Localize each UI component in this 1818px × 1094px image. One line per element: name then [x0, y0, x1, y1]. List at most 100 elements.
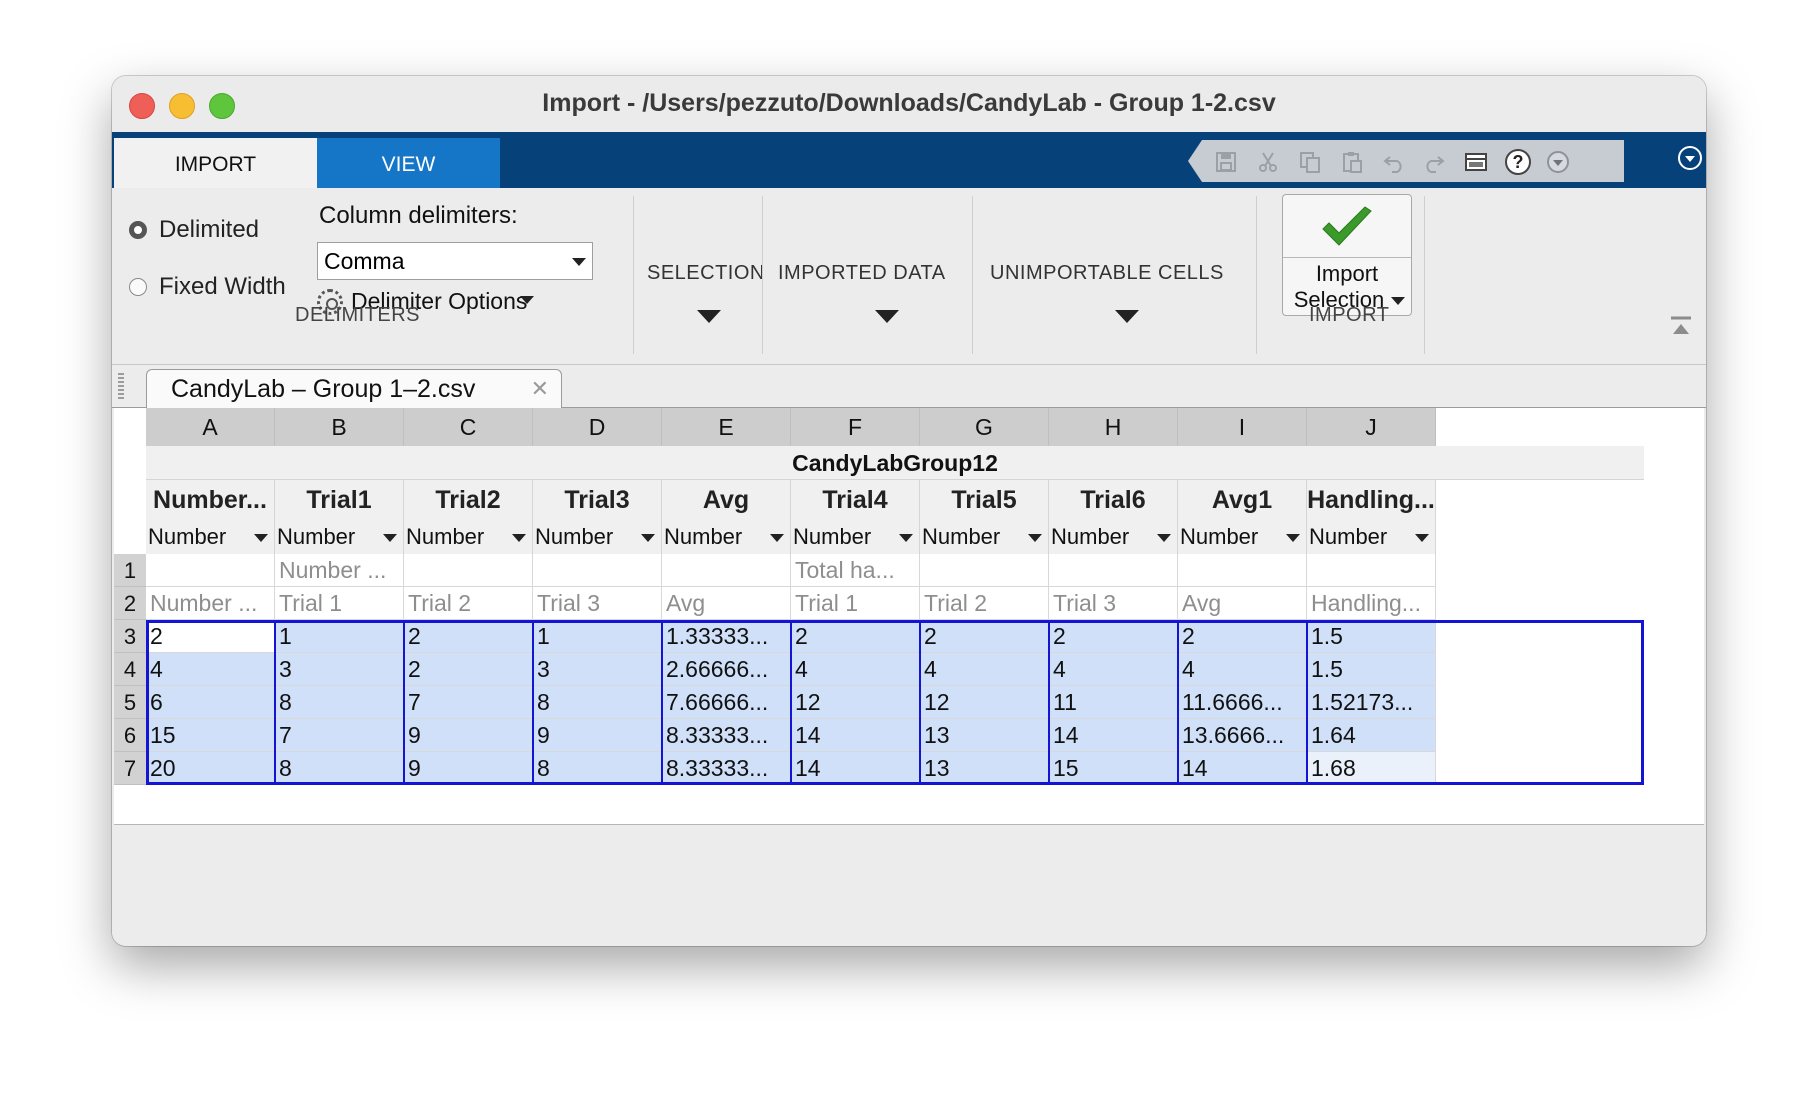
variable-type[interactable]: Number [664, 524, 742, 550]
copy-icon[interactable] [1298, 150, 1322, 174]
selection-dropdown-icon[interactable] [697, 310, 721, 323]
delimited-radio[interactable]: Delimited [129, 216, 259, 244]
data-cell[interactable]: 1.68 [1307, 752, 1436, 785]
data-cell[interactable]: 7 [404, 686, 533, 719]
variable-name[interactable]: Trial6 [1049, 486, 1177, 515]
header-row-cell[interactable] [1307, 554, 1436, 587]
tab-view[interactable]: VIEW [317, 138, 500, 188]
variable-type[interactable]: Number [1309, 524, 1387, 550]
data-cell[interactable]: 1 [275, 620, 404, 653]
column-header[interactable]: C [404, 408, 533, 446]
variable-type[interactable]: Number [793, 524, 871, 550]
header-row-cell[interactable] [404, 554, 533, 587]
data-cell[interactable]: 8 [275, 752, 404, 785]
data-cell[interactable]: 14 [791, 752, 920, 785]
column-delimiter-dropdown[interactable]: Comma [317, 242, 593, 280]
data-cell[interactable]: 1.33333... [662, 620, 791, 653]
column-header[interactable]: G [920, 408, 1049, 446]
data-cell[interactable]: 4 [146, 653, 275, 686]
header-row-cell[interactable] [662, 554, 791, 587]
chevron-down-icon[interactable] [1391, 297, 1405, 305]
header-row-cell[interactable]: Number ... [146, 587, 275, 620]
header-row-cell[interactable] [920, 554, 1049, 587]
collapse-ribbon-icon[interactable] [1670, 316, 1692, 336]
tab-import[interactable]: IMPORT [114, 138, 317, 188]
variable-type[interactable]: Number [277, 524, 355, 550]
variable-type[interactable]: Number [535, 524, 613, 550]
column-header[interactable]: E [662, 408, 791, 446]
data-cell[interactable]: 8.33333... [662, 752, 791, 785]
header-row-cell[interactable] [1049, 554, 1178, 587]
variable-type[interactable]: Number [1180, 524, 1258, 550]
data-cell[interactable]: 2 [1178, 620, 1307, 653]
header-row-cell[interactable]: Total ha... [791, 554, 920, 587]
data-cell[interactable]: 4 [920, 653, 1049, 686]
data-cell[interactable]: 2.66666... [662, 653, 791, 686]
chevron-down-icon[interactable] [383, 534, 397, 542]
header-row-cell[interactable]: Trial 3 [1049, 587, 1178, 620]
chevron-down-icon[interactable] [1028, 534, 1042, 542]
column-header[interactable]: H [1049, 408, 1178, 446]
chevron-down-icon[interactable] [512, 534, 526, 542]
header-row-cell[interactable]: Trial 1 [275, 587, 404, 620]
variable-type[interactable]: Number [922, 524, 1000, 550]
data-cell[interactable]: 1 [533, 620, 662, 653]
data-cell[interactable]: 8 [533, 752, 662, 785]
data-cell[interactable]: 3 [275, 653, 404, 686]
data-cell[interactable]: 7.66666... [662, 686, 791, 719]
data-cell[interactable]: 11.6666... [1178, 686, 1307, 719]
data-cell[interactable]: 1.64 [1307, 719, 1436, 752]
variable-name[interactable]: Avg [662, 486, 790, 515]
data-cell[interactable]: 13 [920, 752, 1049, 785]
collapse-menu-icon[interactable] [1676, 144, 1704, 172]
data-cell[interactable]: 4 [791, 653, 920, 686]
data-cell[interactable]: 14 [1049, 719, 1178, 752]
chevron-down-icon[interactable] [1415, 534, 1429, 542]
data-cell[interactable]: 2 [1049, 620, 1178, 653]
data-cell[interactable]: 4 [1178, 653, 1307, 686]
header-row-cell[interactable]: Handling... [1307, 587, 1436, 620]
undo-icon[interactable] [1382, 150, 1406, 174]
data-cell[interactable]: 14 [791, 719, 920, 752]
data-cell[interactable]: 14 [1178, 752, 1307, 785]
data-cell[interactable]: 3 [533, 653, 662, 686]
chevron-down-icon[interactable] [1286, 534, 1300, 542]
table-name[interactable]: CandyLabGroup12 [146, 446, 1644, 480]
variable-name[interactable]: Handling... [1307, 486, 1435, 515]
data-cell[interactable]: 13.6666... [1178, 719, 1307, 752]
variable-type[interactable]: Number [148, 524, 226, 550]
drag-handle-icon[interactable] [118, 373, 124, 399]
redo-icon[interactable] [1422, 150, 1446, 174]
header-row-cell[interactable]: Trial 1 [791, 587, 920, 620]
variable-name[interactable]: Trial4 [791, 486, 919, 515]
data-cell[interactable]: 20 [146, 752, 275, 785]
fixed-width-radio[interactable]: Fixed Width [129, 273, 286, 301]
data-cell[interactable]: 12 [920, 686, 1049, 719]
unimportable-cells-dropdown-icon[interactable] [1115, 310, 1139, 323]
help-icon[interactable]: ? [1504, 148, 1532, 176]
data-cell[interactable]: 11 [1049, 686, 1178, 719]
chevron-down-icon[interactable] [899, 534, 913, 542]
document-tab[interactable]: CandyLab – Group 1–2.csv ✕ [146, 369, 562, 409]
more-icon[interactable] [1546, 150, 1570, 174]
data-cell[interactable]: 9 [404, 752, 533, 785]
data-cell[interactable]: 2 [404, 653, 533, 686]
delimiter-options-dropdown-icon[interactable] [520, 296, 534, 304]
header-row-cell[interactable] [1178, 554, 1307, 587]
data-cell[interactable]: 7 [275, 719, 404, 752]
close-tab-icon[interactable]: ✕ [531, 378, 549, 400]
data-cell[interactable]: 12 [791, 686, 920, 719]
data-cell[interactable]: 13 [920, 719, 1049, 752]
data-cell[interactable]: 9 [533, 719, 662, 752]
header-row-cell[interactable]: Avg [662, 587, 791, 620]
data-cell[interactable]: 8 [533, 686, 662, 719]
layout-icon[interactable] [1464, 150, 1488, 174]
chevron-down-icon[interactable] [254, 534, 268, 542]
imported-data-dropdown-icon[interactable] [875, 310, 899, 323]
variable-name[interactable]: Avg1 [1178, 486, 1306, 515]
column-header[interactable]: A [146, 408, 275, 446]
paste-icon[interactable] [1340, 150, 1364, 174]
chevron-down-icon[interactable] [770, 534, 784, 542]
cut-icon[interactable] [1256, 150, 1280, 174]
data-cell[interactable]: 2 [791, 620, 920, 653]
